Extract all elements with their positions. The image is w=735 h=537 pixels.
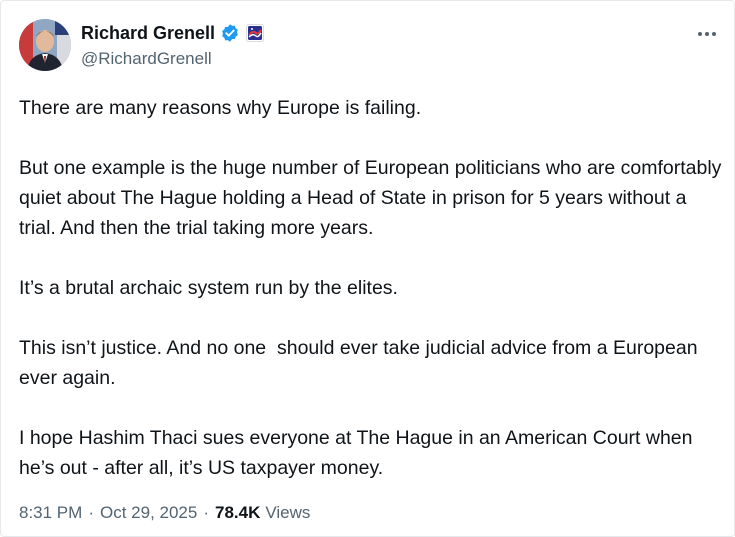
views-count: 78.4K (215, 503, 261, 522)
avatar-photo (19, 19, 71, 71)
tweet-paragraph-3: It’s a brutal archaic system run by the … (19, 277, 398, 299)
verified-badge-icon (220, 23, 240, 43)
meta-separator: · (88, 503, 94, 522)
more-horizontal-icon[interactable] (695, 25, 719, 43)
name-row: Richard Grenell (81, 22, 265, 44)
tweet-card: Richard Grenell @RichardGrenell There ar… (0, 0, 735, 537)
tweet-header: Richard Grenell @RichardGrenell (19, 19, 719, 75)
tweet-paragraph-2: But one example is the huge number of Eu… (19, 157, 727, 239)
author-display-name[interactable]: Richard Grenell (81, 23, 215, 44)
tweet-metadata: 8:31 PM · Oct 29, 2025 · 78.4K Views (19, 503, 310, 523)
author-names: Richard Grenell @RichardGrenell (81, 22, 265, 69)
tweet-paragraph-5: I hope Hashim Thaci sues everyone at The… (19, 427, 698, 479)
tweet-text: There are many reasons why Europe is fai… (19, 93, 724, 483)
tweet-paragraph-1: There are many reasons why Europe is fai… (19, 97, 422, 119)
tweet-time[interactable]: 8:31 PM (19, 503, 82, 523)
tweet-date[interactable]: Oct 29, 2025 (100, 503, 197, 523)
affiliation-badge-icon[interactable] (246, 24, 265, 42)
author-handle[interactable]: @RichardGrenell (81, 49, 264, 69)
author-avatar[interactable] (19, 19, 71, 71)
meta-separator: · (203, 503, 209, 522)
tweet-paragraph-4: This isn’t justice. And no one should ev… (19, 337, 703, 389)
views-label: Views (265, 503, 311, 522)
